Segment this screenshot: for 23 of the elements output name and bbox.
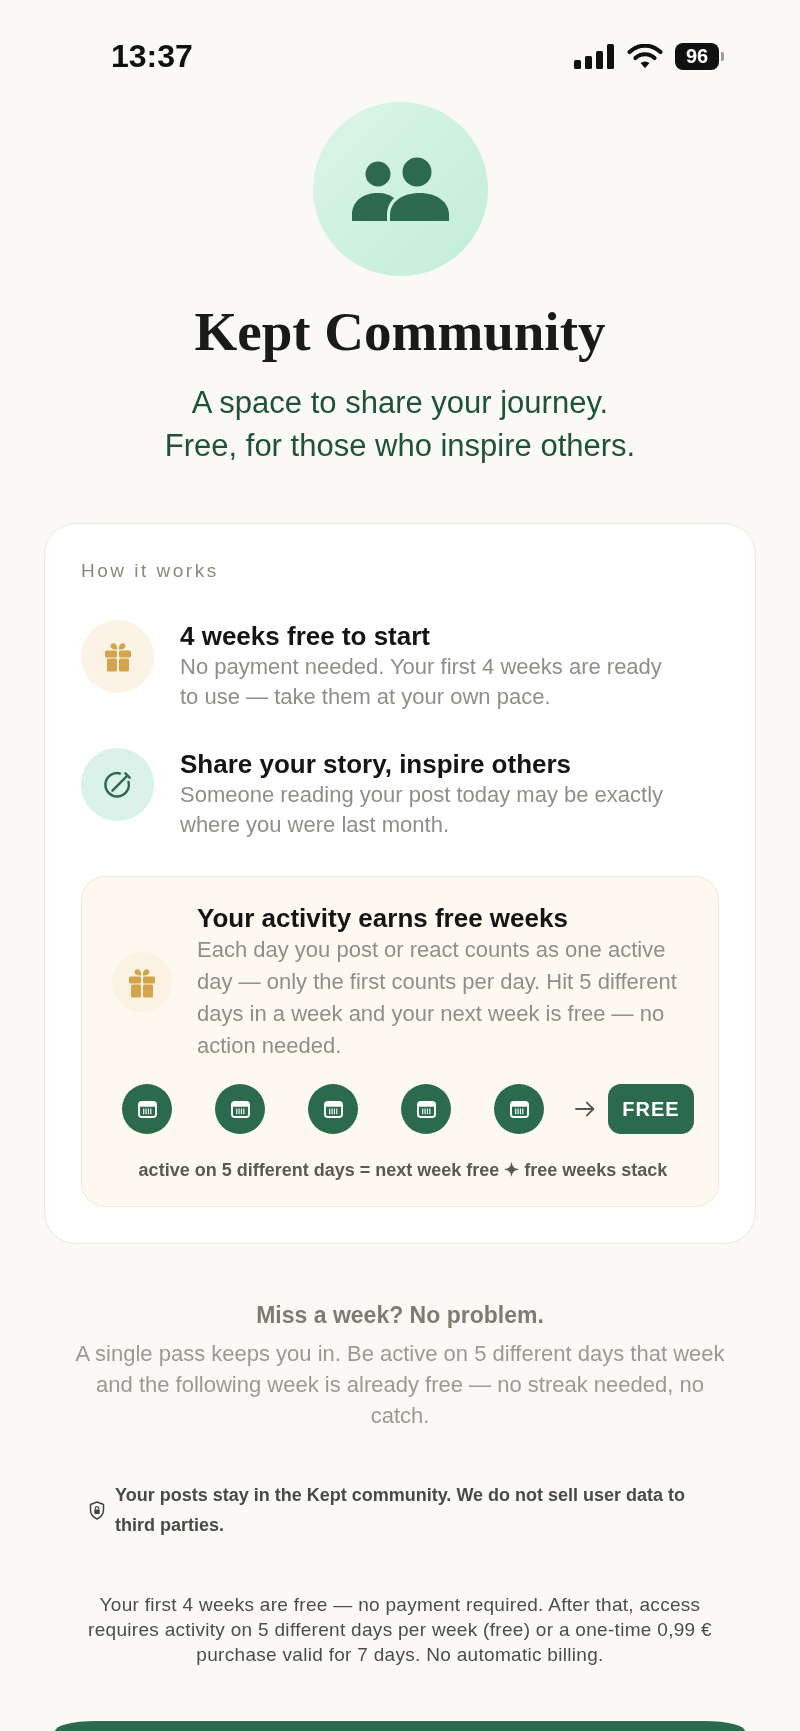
tagline: A space to share your journey. <box>191 384 609 422</box>
tagline: Free, for those who inspire others. <box>164 427 636 465</box>
feature-title: Share your story, inspire others <box>180 748 573 780</box>
battery-indicator: 96 <box>675 42 724 70</box>
footnote-text: active on 5 different days = next week free ✦ free weeks stack <box>137 1159 669 1182</box>
legal-text: Your first 4 weeks are free — no payment required. After that, access requires activity on 5 different days per week (free) or a one-time 0,99 € purchase valid for 7 days. No automatic billing. <box>87 1593 713 1667</box>
free-week-badge: FREE <box>607 1084 694 1134</box>
signal-icon <box>574 43 614 69</box>
privacy-note: Your posts stay in the Kept community. We do not sell user data to third parties. <box>115 1484 687 1537</box>
feature-title: 4 weeks free to start <box>180 620 431 652</box>
panel-title: Your activity earns free weeks <box>197 902 569 934</box>
page-title: Kept Community <box>194 300 606 364</box>
arrow-icon <box>575 1101 595 1117</box>
primary-button[interactable] <box>55 1721 745 1731</box>
clock-time: 13:37 <box>111 38 193 74</box>
notice-text: A single pass keeps you in. Be active on 5 different days that week and the following week is already free — no streak needed, no catch. <box>74 1340 726 1430</box>
section-heading: How it works <box>81 559 220 583</box>
notice-title: Miss a week? No problem. <box>256 1301 544 1330</box>
feature-description: No payment needed. Your first 4 weeks are ready to use — take them at your own pace. <box>180 653 663 711</box>
wifi-icon <box>627 43 663 69</box>
panel-description: Each day you post or react counts as one active day — only the first counts per day. Hit 5 different days in a week and your next week is free — no action needed. <box>197 936 678 1060</box>
feature-description: Someone reading your post today may be exactly where you were last month. <box>180 781 665 839</box>
shield-lock-icon <box>89 1500 105 1520</box>
